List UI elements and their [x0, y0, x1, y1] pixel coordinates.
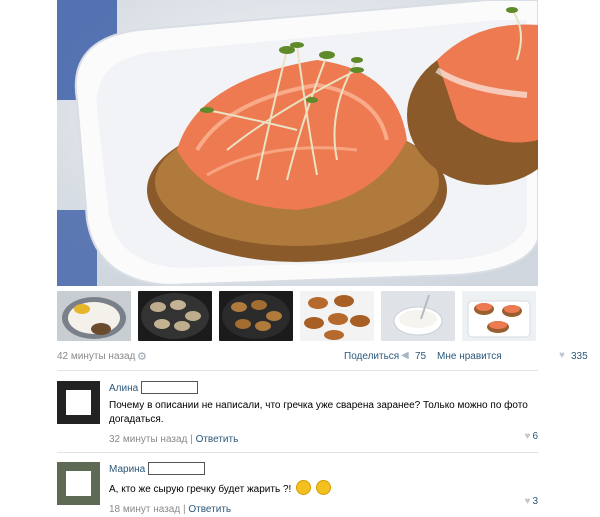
thumbnail-fritters-served-plate[interactable] [462, 291, 536, 341]
comment-item: Марина А, кто же сырую гречку будет жари… [57, 462, 539, 515]
comment-item: Алина Почему в описании не написали, что… [57, 381, 538, 451]
like-count[interactable]: 335 [571, 351, 588, 362]
divider [57, 370, 538, 371]
comment-text: А, кто же сырую гречку будет жарить ?! [109, 484, 292, 495]
comment-author[interactable]: Марина [109, 464, 145, 475]
divider [57, 452, 538, 453]
heart-icon: ♥ [524, 431, 531, 442]
share-button[interactable]: Поделиться [344, 351, 399, 362]
heart-icon[interactable]: ♥ [559, 350, 565, 361]
thumbnail-fritters-on-paper[interactable] [300, 291, 374, 341]
like-button[interactable]: Мне нравится [437, 351, 502, 362]
gear-icon[interactable]: ⚙ [137, 350, 147, 363]
megaphone-icon[interactable]: ◀ [401, 350, 409, 361]
post-meta-row: 42 минуты назад ⚙ Поделиться ◀ 75 Мне нр… [57, 349, 588, 365]
avatar[interactable] [57, 381, 100, 424]
redacted-name-box [148, 462, 206, 475]
thumbnail-patties-in-pan-raw[interactable] [138, 291, 212, 341]
comment-text: Почему в описании не написали, что гречк… [109, 400, 528, 425]
comment-like[interactable]: ♥ 6 [525, 431, 539, 442]
comment-time[interactable]: 32 минуты назад [109, 434, 187, 445]
salmon-fritter-image [57, 0, 538, 286]
upside-down-smiley-icon [296, 480, 312, 495]
redacted-name-box [141, 381, 199, 394]
thumbnail-sauce-bowl[interactable] [381, 291, 455, 341]
comment-author[interactable]: Алина [109, 383, 138, 394]
thumbnail-strip [57, 291, 538, 343]
thinking-smiley-icon [315, 480, 331, 495]
thumbnail-patties-frying[interactable] [219, 291, 293, 341]
thumbnail-eggs-flour-bowl[interactable] [57, 291, 131, 341]
reply-link[interactable]: Ответить [196, 434, 239, 445]
avatar[interactable] [57, 462, 100, 505]
comment-like[interactable]: ♥ 3 [525, 496, 539, 507]
main-photo[interactable] [57, 0, 538, 286]
share-count[interactable]: 75 [415, 351, 426, 362]
comment-like-count: 6 [532, 431, 538, 442]
heart-icon: ♥ [524, 496, 531, 507]
post-time[interactable]: 42 минуты назад [57, 351, 135, 362]
comment-like-count: 3 [532, 496, 538, 507]
